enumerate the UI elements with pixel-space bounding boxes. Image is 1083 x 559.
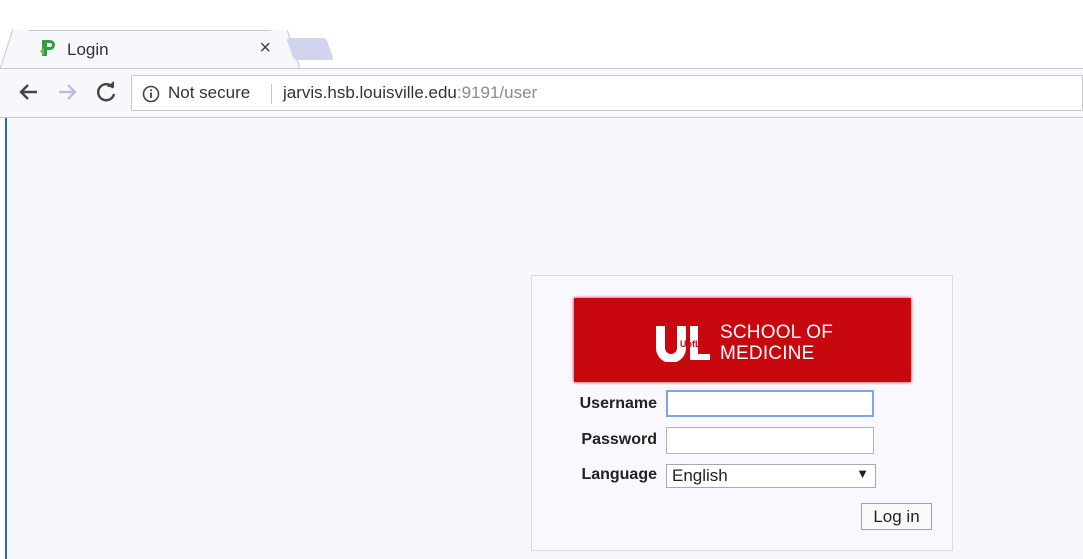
new-tab-button[interactable] xyxy=(285,38,335,60)
close-tab-icon[interactable]: × xyxy=(259,37,271,60)
browser-toolbar: Not secure jarvis.hsb.louisville.edu:919… xyxy=(0,68,1083,118)
language-select[interactable]: English ▼ xyxy=(666,464,876,488)
password-field[interactable] xyxy=(666,427,874,454)
page-content: UofL SCHOOL OF MEDICINE Username Passwor… xyxy=(7,118,1083,559)
security-status-text[interactable]: Not secure xyxy=(168,83,250,103)
school-banner: UofL SCHOOL OF MEDICINE xyxy=(574,298,911,382)
back-arrow-icon xyxy=(19,84,37,100)
tab-login[interactable]: Login × xyxy=(14,30,286,69)
uofl-logo-icon: UofL xyxy=(656,326,710,362)
login-panel: UofL SCHOOL OF MEDICINE Username Passwor… xyxy=(531,275,953,551)
language-selected-value: English xyxy=(672,466,728,485)
green-p-favicon-icon xyxy=(40,40,55,56)
info-icon[interactable] xyxy=(142,85,160,103)
address-bar[interactable]: Not secure jarvis.hsb.louisville.edu:919… xyxy=(131,75,1083,111)
omnibox-divider xyxy=(271,84,272,104)
reload-button[interactable] xyxy=(93,79,119,105)
forward-button[interactable] xyxy=(54,79,80,105)
url-host: jarvis.hsb.louisville.edu xyxy=(283,83,457,102)
language-label: Language xyxy=(581,466,657,483)
dropdown-arrow-icon: ▼ xyxy=(856,466,869,481)
tab-strip: Login × xyxy=(0,0,1083,70)
forward-arrow-icon xyxy=(59,84,77,100)
url-path: :9191/user xyxy=(456,83,538,102)
banner-line-school-of: SCHOOL OF xyxy=(720,322,833,343)
username-label: Username xyxy=(579,395,657,412)
banner-line-medicine: MEDICINE xyxy=(720,343,815,364)
url-text[interactable]: jarvis.hsb.louisville.edu:9191/user xyxy=(283,83,537,103)
username-field[interactable] xyxy=(666,390,874,417)
password-label: Password xyxy=(581,431,657,448)
login-button[interactable]: Log in xyxy=(861,503,932,530)
reload-icon xyxy=(97,81,116,102)
uofl-logo-text: UofL xyxy=(680,339,701,349)
tab-title: Login xyxy=(67,40,109,59)
back-button[interactable] xyxy=(16,79,42,105)
